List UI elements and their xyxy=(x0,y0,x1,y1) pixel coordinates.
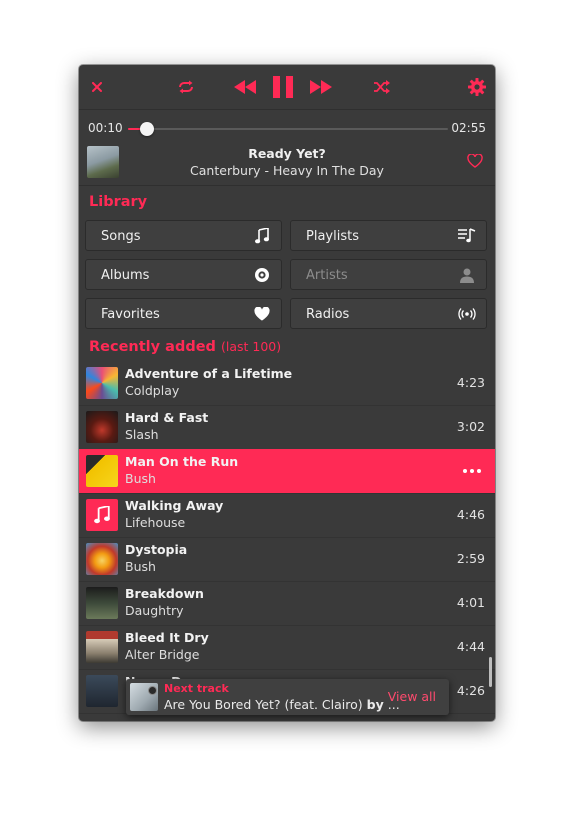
close-icon xyxy=(92,82,102,92)
track-artist: Slash xyxy=(125,427,159,442)
repeat-icon xyxy=(179,80,193,94)
track-duration: 4:23 xyxy=(456,375,485,390)
music-note-icon xyxy=(94,506,110,524)
album-art xyxy=(86,587,118,619)
music-player-window: 00:10 02:55 Ready Yet? Canterbury - Heav… xyxy=(79,65,495,721)
view-all-link[interactable]: View all xyxy=(388,689,436,704)
person-icon xyxy=(458,266,476,284)
track-row-selected[interactable]: Man On the Run Bush xyxy=(79,449,495,494)
track-artist: Bush xyxy=(125,471,156,486)
now-playing-title: Ready Yet? xyxy=(248,146,326,161)
next-track-text: Are You Bored Yet? (feat. Clairo) by ... xyxy=(164,697,400,712)
track-row[interactable]: Breakdown Daughtry 4:01 xyxy=(79,581,495,626)
track-row[interactable]: Walking Away Lifehouse 4:46 xyxy=(79,493,495,538)
more-dot-icon xyxy=(463,469,467,473)
toolbar xyxy=(79,65,495,110)
album-art xyxy=(86,411,118,443)
track-title: Walking Away xyxy=(125,498,224,513)
seek-slider-handle[interactable] xyxy=(140,122,155,136)
now-playing: Ready Yet? Canterbury - Heavy In The Day xyxy=(79,145,495,186)
radio-broadcast-icon xyxy=(458,305,476,323)
recently-added-heading: Recently added (last 100) xyxy=(89,339,281,355)
track-title: Breakdown xyxy=(125,586,204,601)
progress-row: 00:10 02:55 xyxy=(79,117,495,139)
more-dot-icon xyxy=(477,469,481,473)
album-art-placeholder xyxy=(86,499,118,531)
track-row[interactable]: Bleed It Dry Alter Bridge 4:44 xyxy=(79,625,495,670)
pause-icon xyxy=(273,76,293,98)
favorite-button[interactable] xyxy=(467,153,483,172)
track-title: Dystopia xyxy=(125,542,188,557)
track-duration: 3:02 xyxy=(456,419,485,434)
track-artist: Lifehouse xyxy=(125,515,186,530)
track-row[interactable]: Adventure of a Lifetime Coldplay 4:23 xyxy=(79,361,495,406)
heart-icon xyxy=(253,305,271,323)
list-scrollbar[interactable] xyxy=(489,657,492,687)
track-title: Hard & Fast xyxy=(125,410,209,425)
track-duration: 2:59 xyxy=(456,551,485,566)
previous-button[interactable] xyxy=(231,73,259,101)
more-dot-icon xyxy=(470,469,474,473)
library-button-label: Favorites xyxy=(101,307,160,322)
track-title: Adventure of a Lifetime xyxy=(125,366,293,381)
track-row[interactable]: Dystopia Bush 2:59 xyxy=(79,537,495,582)
album-art xyxy=(86,367,118,399)
next-track-by: by xyxy=(366,697,384,712)
library-artists-button[interactable]: Artists xyxy=(290,259,487,290)
track-duration: 4:46 xyxy=(456,507,485,522)
repeat-button[interactable] xyxy=(172,73,200,101)
track-artist: Daughtry xyxy=(125,603,184,618)
shuffle-icon xyxy=(374,80,390,94)
next-track-album-art xyxy=(130,683,158,711)
music-note-icon xyxy=(253,227,271,245)
seek-slider[interactable] xyxy=(128,122,448,136)
shuffle-button[interactable] xyxy=(368,73,396,101)
next-track-notification: Next track Are You Bored Yet? (feat. Cla… xyxy=(126,679,449,715)
track-artist: Bush xyxy=(125,559,156,574)
library-radios-button[interactable]: Radios xyxy=(290,298,487,329)
next-track-label: Next track xyxy=(164,682,229,695)
track-artist: Coldplay xyxy=(125,383,180,398)
library-favorites-button[interactable]: Favorites xyxy=(85,298,282,329)
library-songs-button[interactable]: Songs xyxy=(85,220,282,251)
track-title: Bleed It Dry xyxy=(125,630,209,645)
recently-added-note: (last 100) xyxy=(220,339,282,354)
heart-outline-icon xyxy=(467,153,483,168)
settings-button[interactable] xyxy=(463,73,491,101)
now-playing-subtitle: Canterbury - Heavy In The Day xyxy=(190,163,384,178)
library-playlists-button[interactable]: Playlists xyxy=(290,220,487,251)
more-options-button[interactable] xyxy=(463,462,481,480)
library-button-label: Songs xyxy=(101,229,141,244)
playlist-icon xyxy=(458,227,476,245)
previous-icon xyxy=(234,80,256,94)
album-art xyxy=(86,675,118,707)
album-art xyxy=(86,631,118,663)
library-albums-button[interactable]: Albums xyxy=(85,259,282,290)
track-duration: 4:01 xyxy=(456,595,485,610)
disc-icon xyxy=(148,686,157,695)
track-row[interactable]: Hard & Fast Slash 3:02 xyxy=(79,405,495,450)
library-button-label: Radios xyxy=(306,307,350,322)
close-button[interactable] xyxy=(83,73,111,101)
recent-track-list: Adventure of a Lifetime Coldplay 4:23 Ha… xyxy=(79,361,495,721)
next-icon xyxy=(310,80,332,94)
album-disc-icon xyxy=(253,266,271,284)
elapsed-time: 00:10 xyxy=(88,121,123,135)
album-art xyxy=(86,455,118,487)
total-time: 02:55 xyxy=(451,121,486,135)
library-button-label: Playlists xyxy=(306,229,359,244)
next-track-title: Are You Bored Yet? (feat. Clairo) xyxy=(164,697,363,712)
pause-button[interactable] xyxy=(269,73,297,101)
track-duration: 4:26 xyxy=(456,683,485,698)
library-button-label: Albums xyxy=(101,268,150,283)
album-art xyxy=(86,543,118,575)
track-artist: Alter Bridge xyxy=(125,647,200,662)
track-duration: 4:44 xyxy=(456,639,485,654)
next-button[interactable] xyxy=(307,73,335,101)
track-title: Man On the Run xyxy=(125,454,239,469)
library-heading: Library xyxy=(89,194,148,210)
library-button-label: Artists xyxy=(306,268,348,283)
gear-icon xyxy=(468,78,486,96)
recently-added-title: Recently added xyxy=(89,339,216,355)
